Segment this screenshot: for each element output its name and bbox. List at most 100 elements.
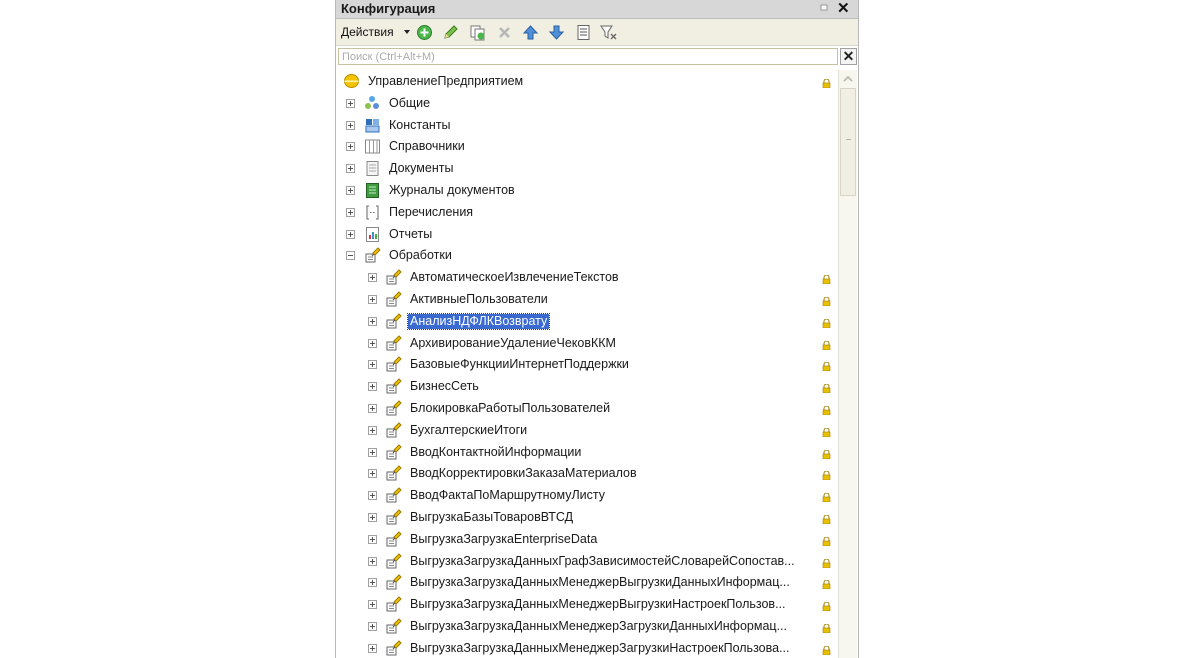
clear-search-button[interactable]: ✕ — [840, 48, 857, 65]
expand-icon[interactable] — [368, 600, 377, 610]
dataprocessors-icon — [386, 596, 402, 612]
dataprocessors-icon — [386, 378, 402, 394]
expand-icon[interactable] — [346, 120, 355, 130]
tree-group[interactable]: Отчеты — [336, 224, 836, 246]
expand-icon[interactable] — [368, 513, 377, 522]
tree-item-dataprocessor[interactable]: БазовыеФункцииИнтернетПоддержки — [336, 354, 836, 376]
dataprocessors-icon — [386, 640, 402, 656]
expand-icon[interactable] — [346, 229, 355, 239]
expand-icon[interactable] — [368, 556, 377, 566]
tree-item-label: Общие — [389, 95, 431, 110]
tree-item-dataprocessor[interactable]: ВыгрузкаЗагрузкаДанныхМенеджерЗагрузкиДа… — [336, 616, 836, 638]
tree-item-dataprocessor[interactable]: ВводКорректировкиЗаказаМатериалов — [336, 463, 836, 485]
tree-item-dataprocessor[interactable]: ВыгрузкаЗагрузкаДанныхМенеджерЗагрузкиНа… — [336, 638, 836, 658]
tree-group[interactable]: Перечисления — [336, 202, 836, 224]
collapse-icon[interactable] — [346, 251, 355, 261]
configuration-tree: УправлениеПредприятием Общие Константы Спра… — [336, 70, 836, 658]
expand-icon[interactable] — [368, 469, 377, 479]
delete-icon[interactable] — [496, 24, 513, 41]
common-icon — [365, 95, 379, 109]
dataprocessors-icon — [386, 509, 402, 525]
tree-item-dataprocessor[interactable]: БизнесСеть — [336, 376, 836, 398]
lock-icon — [822, 471, 831, 481]
expand-icon[interactable] — [368, 622, 377, 631]
dataprocessors-icon — [386, 422, 402, 438]
configuration-icon — [344, 74, 359, 88]
expand-icon[interactable] — [368, 295, 377, 304]
lock-icon — [822, 558, 831, 568]
expand-icon[interactable] — [368, 491, 377, 501]
vertical-scrollbar[interactable] — [838, 70, 857, 658]
tree-group[interactable]: Константы — [336, 115, 836, 137]
expand-icon[interactable] — [368, 534, 377, 544]
tree-item-dataprocessor[interactable]: АвтоматическоеИзвлечениеТекстов — [336, 267, 836, 289]
tree-group[interactable]: Документы — [336, 158, 836, 180]
expand-icon[interactable] — [368, 382, 377, 392]
close-icon[interactable]: ✕ — [837, 0, 850, 17]
filter-icon[interactable] — [600, 24, 617, 41]
expand-icon[interactable] — [368, 643, 377, 653]
tree-item-label: УправлениеПредприятием — [368, 74, 524, 88]
expand-icon[interactable] — [346, 164, 355, 174]
tree-item-dataprocessor[interactable]: ВыгрузкаЗагрузкаДанныхМенеджерВыгрузкиНа… — [336, 594, 836, 616]
expand-icon[interactable] — [368, 360, 377, 370]
move-up-icon[interactable] — [522, 24, 539, 41]
expand-icon[interactable] — [368, 447, 377, 457]
tree-item-dataprocessor[interactable]: ВводКонтактнойИнформации — [336, 442, 836, 464]
tree-item-dataprocessor[interactable]: ВыгрузкаЗагрузкаДанныхМенеджерВыгрузкиДа… — [336, 572, 836, 594]
tree-item-label: БизнесСеть — [410, 379, 479, 394]
dataprocessors-icon — [386, 400, 402, 416]
pin-icon[interactable] — [820, 4, 828, 12]
tree-item-label: ВыгрузкаЗагрузкаДанныхМенеджерЗагрузкиДа… — [410, 619, 787, 633]
expand-icon[interactable] — [368, 404, 377, 413]
lock-icon — [822, 449, 831, 459]
tree-item-dataprocessor[interactable]: АрхивированиеУдалениеЧековККМ — [336, 333, 836, 355]
dataprocessors-icon — [386, 552, 402, 569]
tree-item-label: Журналы документов — [389, 183, 515, 197]
tree-group[interactable]: Обработки — [336, 245, 836, 267]
expand-icon[interactable] — [346, 186, 355, 195]
expand-icon[interactable] — [368, 578, 377, 588]
expand-icon[interactable] — [368, 338, 377, 348]
tree-item-dataprocessor[interactable]: ВводФактаПоМаршрутномуЛисту — [336, 485, 836, 507]
expand-icon[interactable] — [368, 273, 377, 283]
expand-icon[interactable] — [346, 142, 355, 152]
tree-item-label: ВыгрузкаЗагрузкаДанныхМенеджерВыгрузкиНа… — [410, 597, 786, 612]
actions-menu-button[interactable]: Действия — [341, 25, 394, 39]
copy-icon[interactable] — [469, 24, 486, 41]
tree-item-dataprocessor[interactable]: БлокировкаРаботыПользователей — [336, 398, 836, 420]
tree-item-dataprocessor[interactable]: БухгалтерскиеИтоги — [336, 420, 836, 442]
configuration-panel: Конфигурация ✕ Действия Поиск (Ctrl+Alt+… — [335, 0, 859, 658]
tree-item-dataprocessor[interactable]: АктивныеПользователи — [336, 289, 836, 311]
enums-icon — [366, 205, 379, 220]
scroll-thumb[interactable] — [840, 88, 856, 196]
add-icon[interactable] — [416, 24, 433, 41]
dataprocessors-icon — [386, 487, 402, 503]
tree-item-dataprocessor[interactable]: ВыгрузкаЗагрузкаEnterpriseData — [336, 529, 836, 551]
list-icon[interactable] — [575, 24, 592, 41]
dataprocessors-icon — [386, 334, 402, 351]
scroll-up-icon[interactable] — [840, 71, 856, 87]
expand-icon[interactable] — [368, 425, 377, 435]
tree-item-label: Справочники — [389, 139, 465, 154]
tree-group[interactable]: Справочники — [336, 136, 836, 158]
expand-icon[interactable] — [368, 316, 377, 326]
tree-item-label: БухгалтерскиеИтоги — [410, 422, 528, 437]
lock-icon — [822, 275, 831, 285]
expand-icon[interactable] — [346, 207, 355, 217]
title-bar: Конфигурация ✕ — [336, 0, 858, 19]
tree-group[interactable]: Журналы документов — [336, 180, 836, 202]
dataprocessors-icon — [386, 531, 402, 547]
lock-icon — [822, 602, 831, 612]
dataprocessors-icon — [386, 574, 402, 590]
expand-icon[interactable] — [346, 98, 355, 108]
tree-item-dataprocessor[interactable]: ВыгрузкаБазыТоваровВТСД — [336, 507, 836, 529]
tree-item-dataprocessor[interactable]: АнализНДФЛКВозврату — [336, 311, 836, 333]
tree-root[interactable]: УправлениеПредприятием — [336, 71, 836, 93]
move-down-icon[interactable] — [548, 24, 565, 41]
tree-group[interactable]: Общие — [336, 93, 836, 115]
edit-icon[interactable] — [442, 24, 459, 41]
search-input[interactable] — [338, 48, 838, 65]
tree-item-dataprocessor[interactable]: ВыгрузкаЗагрузкаДанныхГрафЗависимостейСл… — [336, 551, 836, 573]
chevron-down-icon[interactable] — [404, 30, 410, 34]
